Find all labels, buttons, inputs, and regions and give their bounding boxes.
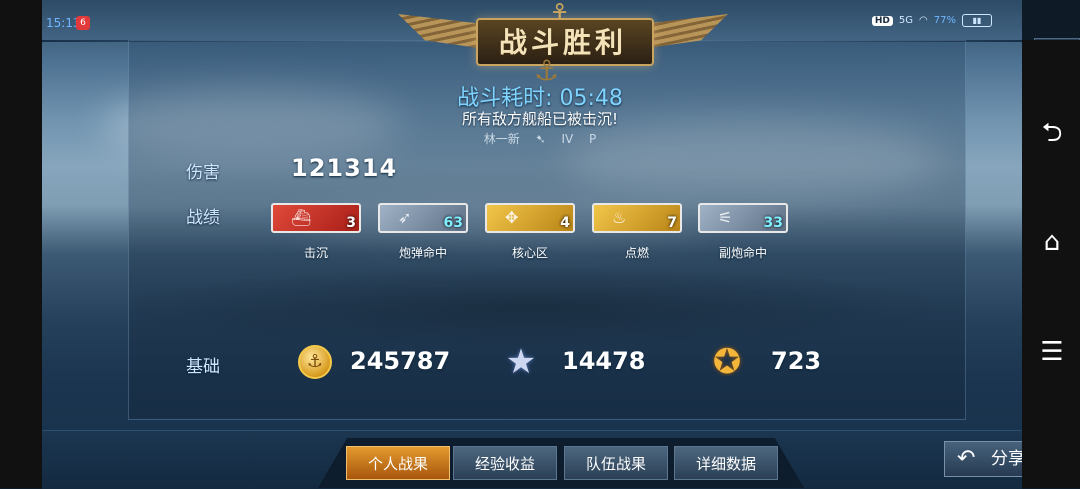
menu-icon[interactable]: ☰ (1030, 332, 1074, 372)
medal-label: 炮弹命中 (398, 246, 447, 260)
medal-count: 3 (346, 215, 356, 231)
secondary-gun-icon: ⚟ (718, 208, 733, 227)
back-icon[interactable]: ⮌ (1030, 113, 1074, 153)
medal-label: 核心区 (511, 246, 548, 260)
base-label: 基础 (186, 357, 220, 377)
player-info: 林一新 ➷ IV P (0, 130, 1080, 147)
warship-icon: ⛴ (291, 208, 312, 227)
coins-value: 245787 (350, 347, 451, 375)
player-tier: IV (561, 132, 574, 146)
achievements-label: 战绩 (186, 208, 220, 228)
citadel-icon: ✥ (505, 208, 519, 227)
ship-class-icon: ➷ (535, 132, 546, 146)
share-arrow-icon: ↶ (957, 446, 976, 471)
captain-exp-value: 723 (771, 347, 822, 375)
medal-count: 7 (667, 215, 677, 231)
tab-personal-results[interactable]: 个人战果 (346, 446, 450, 480)
share-label: 分享 (991, 449, 1025, 469)
tab-experience-gains[interactable]: 经验收益 (453, 446, 557, 480)
experience-value: 14478 (562, 347, 646, 375)
captain-exp-icon: ✪ (712, 342, 742, 382)
medal-citadel[interactable]: ✥ 4 (485, 203, 575, 233)
home-icon[interactable]: ⌂ (1030, 222, 1074, 262)
fire-icon: ♨ (612, 208, 627, 227)
medal-fire[interactable]: ♨ 7 (592, 203, 682, 233)
result-message: 所有敌方舰船已被击沉! (461, 110, 618, 128)
player-name: 林一新 (483, 132, 520, 146)
medal-count: 4 (560, 215, 570, 231)
wifi-icon: ◠ (919, 15, 928, 26)
shell-icon: ➶ (398, 208, 412, 227)
medal-shell-hits[interactable]: ➶ 63 (378, 203, 468, 233)
tab-team-results[interactable]: 队伍战果 (564, 446, 668, 480)
medal-count: 63 (443, 215, 463, 231)
medal-label: 副炮命中 (718, 246, 767, 260)
experience-star-icon: ★ (505, 342, 537, 382)
medal-label: 击沉 (303, 246, 328, 260)
system-nav-bar (1022, 40, 1080, 488)
victory-title: 战斗胜利 (498, 26, 627, 59)
medal-count: 33 (763, 215, 783, 231)
medal-sunk[interactable]: ⛴ 3 (271, 203, 361, 233)
damage-value: 121314 (291, 154, 398, 182)
tab-detailed-data[interactable]: 详细数据 (674, 446, 778, 480)
medal-secondary-hits[interactable]: ⚟ 33 (698, 203, 788, 233)
notification-app-icon: 6 (76, 16, 90, 30)
coin-icon: ⚓ (298, 345, 332, 379)
left-border (0, 0, 42, 488)
victory-banner: ⚓ 战斗胜利 ⚓ (398, 0, 728, 87)
signal-5g-icon: 5G (898, 15, 914, 26)
player-tag: P (589, 132, 597, 146)
battery-percent: 77% (933, 15, 956, 26)
medal-label: 点燃 (624, 246, 649, 260)
status-indicators: HD 5G ◠ 77% ▮▮ (871, 14, 992, 27)
battery-icon: ▮▮ (962, 14, 992, 27)
hd-icon: HD (871, 15, 893, 26)
damage-label: 伤害 (186, 163, 220, 183)
